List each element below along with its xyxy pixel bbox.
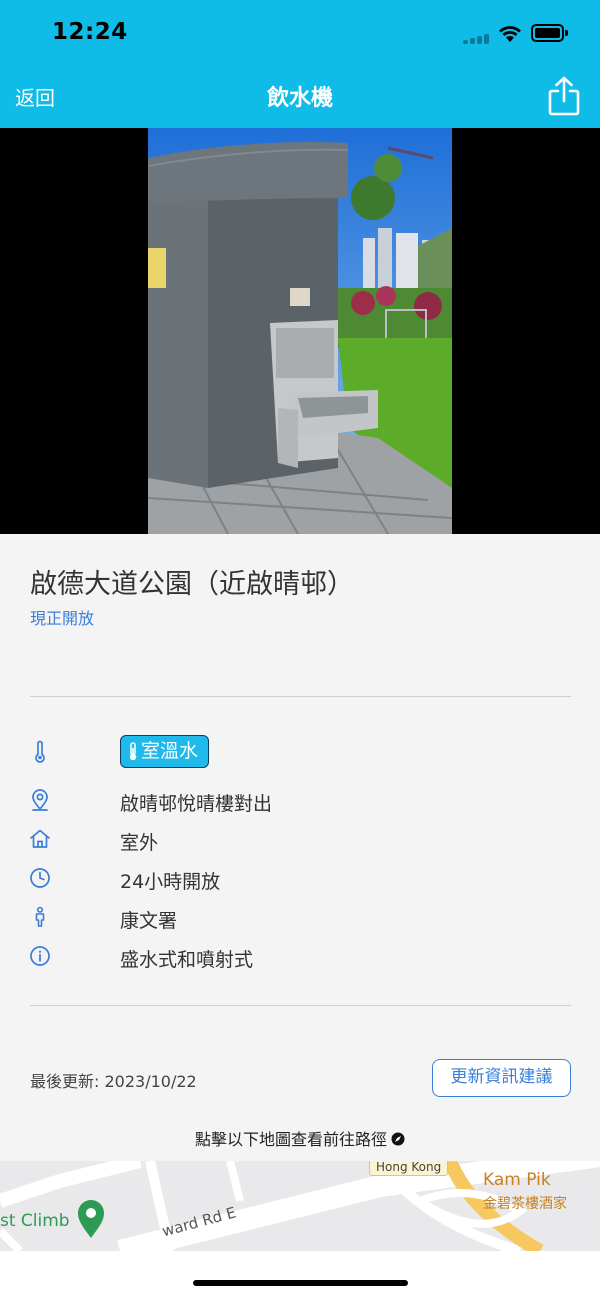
wifi-icon bbox=[499, 26, 521, 42]
route-hint: 點擊以下地圖查看前往路徑 bbox=[0, 1126, 600, 1150]
map-label: 金碧茶樓酒家 bbox=[483, 1196, 567, 1212]
photo-gallery[interactable] bbox=[0, 128, 600, 534]
map-label: Hong Kong bbox=[369, 1161, 449, 1176]
divider bbox=[30, 696, 571, 697]
map-pin-icon[interactable] bbox=[76, 1199, 106, 1239]
nav-bar: 返回 飲水機 bbox=[0, 66, 600, 128]
operator-text: 康文署 bbox=[120, 910, 178, 932]
info-icon bbox=[30, 946, 50, 966]
dispenser-type-row: 盛水式和噴射式 bbox=[0, 939, 600, 973]
water-type-row: 室溫水 bbox=[0, 735, 600, 769]
suggest-update-button[interactable]: 更新資訊建議 bbox=[432, 1059, 571, 1097]
status-bar: 12:24 bbox=[0, 0, 600, 66]
hours-row: 24小時開放 bbox=[0, 861, 600, 895]
detail-panel: 啟德大道公園（近啟晴邨） 現正開放 室溫水 啟晴邨悅晴樓對出 室外 24小時開放… bbox=[0, 534, 600, 1161]
bottom-safe-area bbox=[0, 1251, 600, 1299]
clock-icon bbox=[30, 868, 50, 888]
compass-icon bbox=[391, 1132, 405, 1146]
thermometer-icon bbox=[35, 740, 45, 763]
operator-row: 康文署 bbox=[0, 900, 600, 934]
home-icon bbox=[30, 829, 50, 848]
map-label: Kam Pik bbox=[483, 1170, 551, 1190]
location-text: 啟晴邨悅晴樓對出 bbox=[120, 793, 273, 815]
divider bbox=[30, 1005, 571, 1006]
location-pin-icon bbox=[32, 789, 48, 811]
location-row: 啟晴邨悅晴樓對出 bbox=[0, 783, 600, 817]
open-status: 現正開放 bbox=[30, 609, 95, 628]
environment-text: 室外 bbox=[120, 832, 159, 854]
thermometer-icon bbox=[129, 741, 137, 760]
home-indicator[interactable] bbox=[193, 1280, 408, 1286]
map-label: st Climb bbox=[0, 1211, 70, 1231]
share-icon[interactable] bbox=[546, 75, 582, 117]
place-name: 啟德大道公園（近啟晴邨） bbox=[30, 569, 354, 600]
cellular-signal-icon bbox=[463, 34, 491, 44]
dispenser-type-text: 盛水式和噴射式 bbox=[120, 949, 254, 971]
water-dispenser-photo bbox=[148, 128, 452, 534]
water-type-badge: 室溫水 bbox=[120, 735, 210, 768]
hours-text: 24小時開放 bbox=[120, 871, 221, 893]
route-hint-text: 點擊以下地圖查看前往路徑 bbox=[194, 1130, 387, 1149]
last-updated: 最後更新: 2023/10/22 bbox=[30, 1072, 197, 1091]
page-title: 飲水機 bbox=[266, 86, 333, 111]
water-type-label: 室溫水 bbox=[141, 740, 199, 762]
status-time: 12:24 bbox=[52, 19, 128, 45]
battery-icon bbox=[531, 24, 569, 42]
route-map[interactable]: st Climb Hong Kong Kam Pik 金碧茶樓酒家 ward R… bbox=[0, 1161, 600, 1251]
person-icon bbox=[35, 906, 45, 927]
environment-row: 室外 bbox=[0, 822, 600, 856]
